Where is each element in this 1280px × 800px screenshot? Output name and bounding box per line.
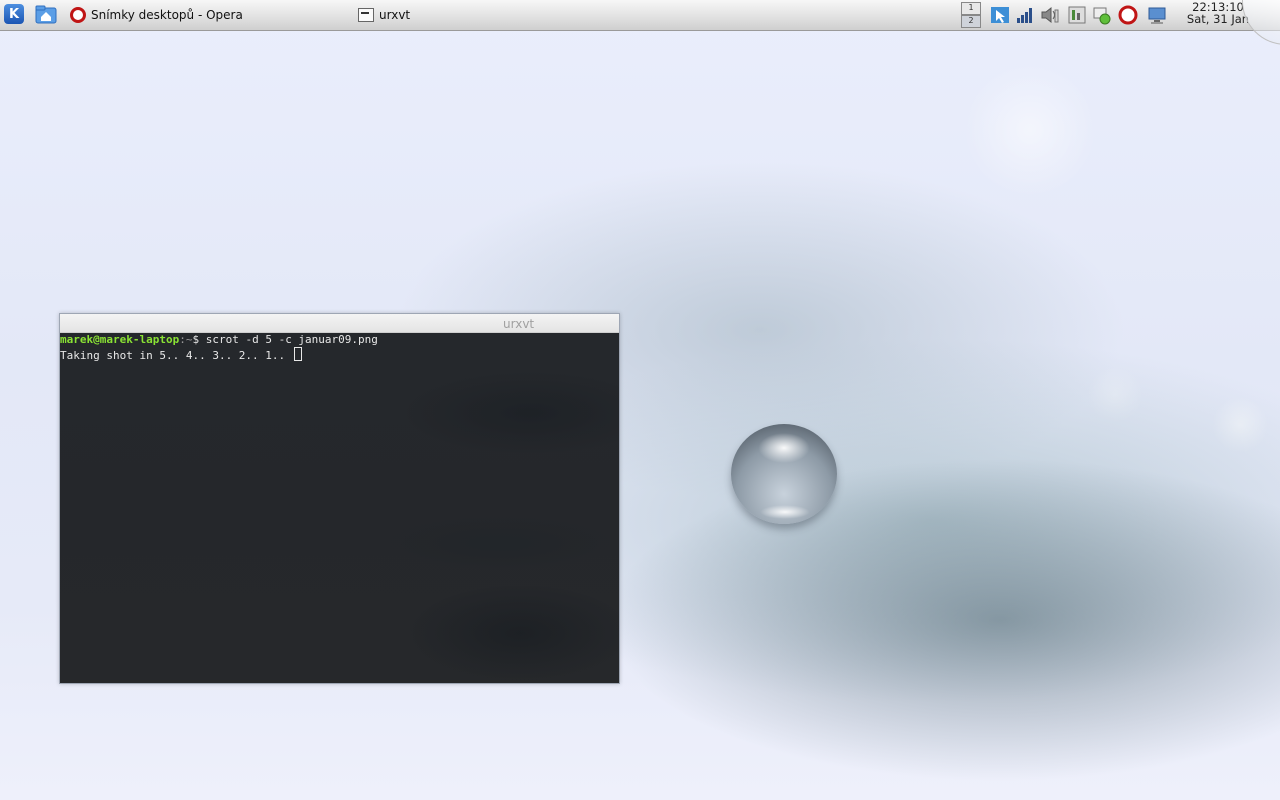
prompt-path: :~ (179, 333, 193, 346)
desktop-pager[interactable]: 1 2 (961, 2, 981, 28)
terminal-icon (358, 8, 374, 22)
task-urxvt-window[interactable]: urxvt (358, 3, 410, 27)
clock-date: Sat, 31 Jan (1186, 12, 1250, 26)
pager-desktop-2[interactable]: 2 (961, 15, 981, 28)
terminal-output-line: Taking shot in 5.. 4.. 3.. 2.. 1.. (60, 347, 302, 363)
volume-icon[interactable] (1040, 5, 1060, 25)
prompt-symbol: $ (192, 333, 206, 346)
urxvt-titlebar[interactable]: urxvt (60, 314, 619, 333)
pager-desktop-1[interactable]: 1 (961, 2, 981, 15)
display-icon[interactable] (1147, 5, 1167, 25)
text-cursor (293, 347, 302, 361)
network-signal-icon[interactable] (1015, 5, 1035, 25)
pointer-icon[interactable] (990, 5, 1010, 25)
terminal-output-text: Taking shot in 5.. 4.. 3.. 2.. 1.. (60, 349, 292, 362)
opera-icon (70, 7, 86, 23)
kde-menu-icon[interactable]: K (4, 4, 24, 24)
water-drop-reflection (760, 505, 810, 519)
terminal-command: scrot -d 5 -c januar09.png (205, 333, 378, 346)
home-folder-icon[interactable] (35, 4, 57, 24)
urxvt-window[interactable]: urxvt marek@marek-laptop:~$ scrot -d 5 -… (59, 313, 620, 684)
task-urxvt-label: urxvt (379, 8, 411, 22)
memory-monitor-icon[interactable] (1067, 5, 1087, 25)
terminal-command-line: marek@marek-laptop:~$ scrot -d 5 -c janu… (60, 333, 378, 347)
task-opera-window[interactable]: Snímky desktopů - Opera (70, 3, 243, 27)
task-opera-label: Snímky desktopů - Opera (91, 8, 243, 22)
taskbar: K Snímky desktopů - Opera urxvt 1 2 22:1… (0, 0, 1280, 31)
opera-icon[interactable] (1118, 5, 1138, 25)
prompt-user: marek@marek-laptop (60, 333, 180, 346)
terminal-output[interactable]: marek@marek-laptop:~$ scrot -d 5 -c janu… (60, 333, 619, 683)
connection-status-icon[interactable] (1092, 5, 1112, 25)
urxvt-title: urxvt (503, 317, 535, 331)
